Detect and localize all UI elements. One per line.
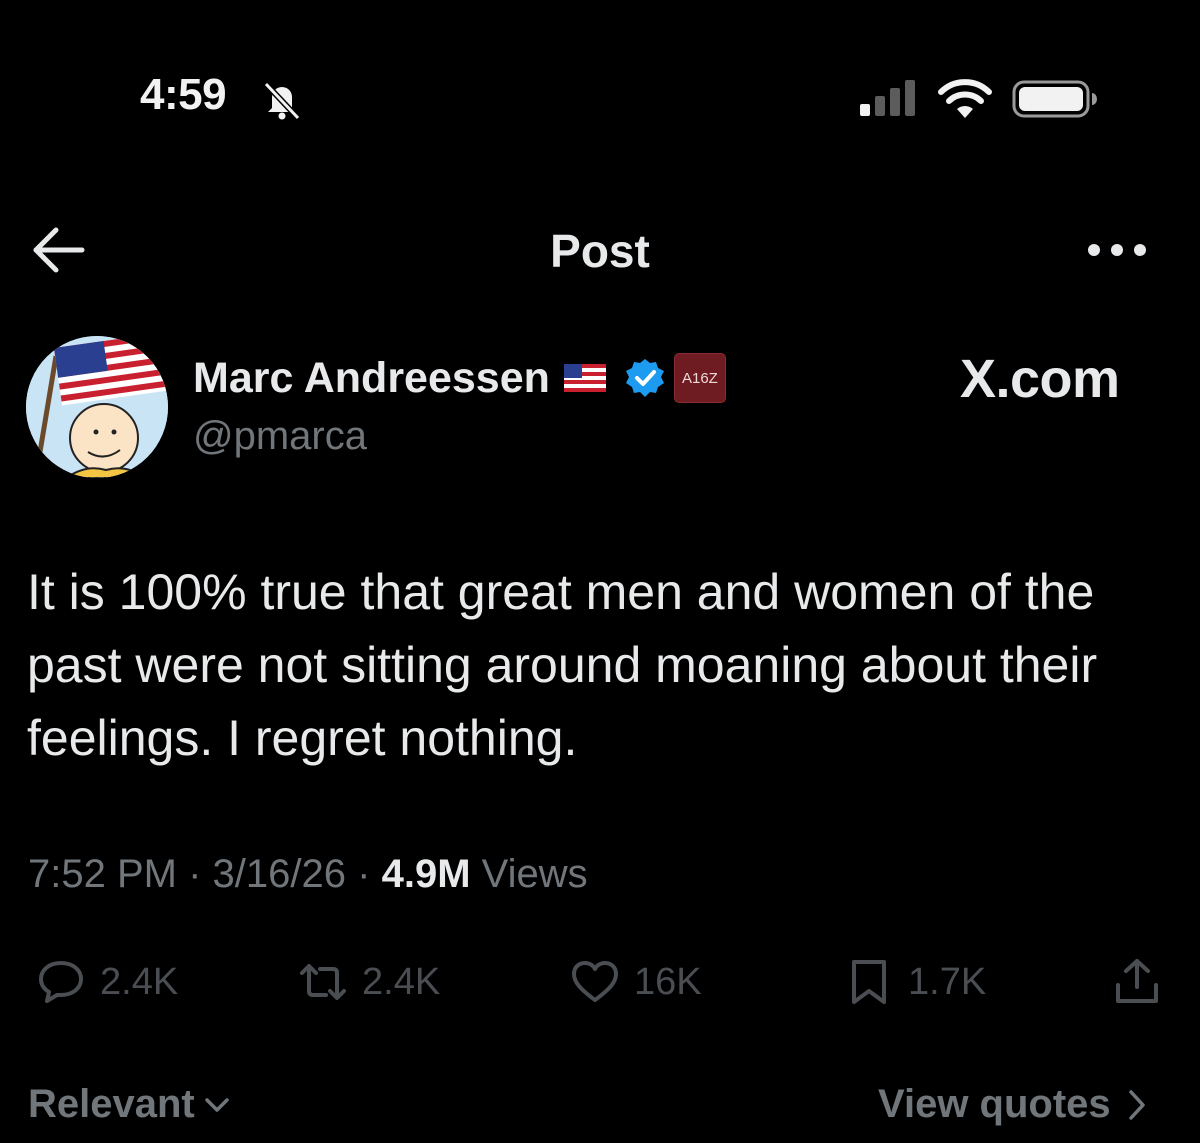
post-meta: 7:52 PM · 3/16/26 · 4.9M Views [28,852,588,897]
repost-button[interactable]: 2.4K [298,952,440,1012]
more-horizontal-icon[interactable] [1086,236,1148,264]
repost-icon [300,964,346,1000]
status-time: 4:59 [140,70,227,119]
like-count: 16K [634,960,702,1003]
chevron-down-icon [205,1097,229,1112]
watermark: X.com [960,349,1120,409]
affiliation-badge[interactable]: A16Z [673,353,726,403]
verified-badge-icon[interactable] [624,357,666,399]
sort-label: Relevant [28,1082,195,1126]
view-quotes-link[interactable]: View quotes [878,1082,1149,1127]
meta-separator: · [357,852,371,896]
author-handle[interactable]: @pmarca [193,414,367,459]
views-count: 4.9M [381,852,471,896]
heart-icon [572,961,618,1002]
reply-count: 2.4K [100,960,179,1003]
avatar[interactable] [26,336,168,478]
share-icon [1116,959,1158,1003]
reply-icon [39,961,83,1003]
meta-separator: · [188,852,202,896]
signal-icon [860,80,915,116]
like-button[interactable]: 16K [570,952,702,1012]
page-title: Post [550,225,650,277]
battery-icon [1012,80,1097,118]
view-quotes-label: View quotes [878,1082,1111,1126]
post-date[interactable]: 3/16/26 [213,852,346,896]
bell-slash-icon [263,81,301,121]
author-name[interactable]: Marc Andreessen [193,354,550,403]
bookmark-button[interactable]: 1.7K [844,952,986,1012]
share-button[interactable] [1112,952,1162,1012]
author-name-row[interactable]: Marc Andreessen A16Z [193,350,726,406]
post-time[interactable]: 7:52 PM [28,852,177,896]
avatar-illustration [26,336,168,478]
post-text: It is 100% true that great men and women… [27,564,1098,766]
sort-dropdown[interactable]: Relevant [28,1082,231,1127]
affiliation-badge-text: A16Z [681,369,718,387]
reply-button[interactable]: 2.4K [36,952,178,1012]
wifi-icon [938,79,992,118]
us-flag-icon [563,364,606,392]
views-label: Views [481,852,588,896]
bookmark-icon [852,960,886,1004]
bookmark-count: 1.7K [908,960,987,1003]
repost-count: 2.4K [362,960,441,1003]
chevron-right-icon [1128,1089,1145,1120]
